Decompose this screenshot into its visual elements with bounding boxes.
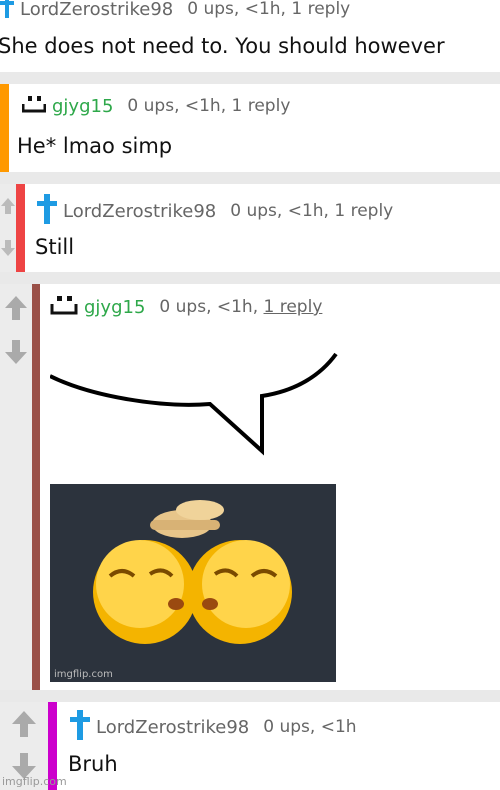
username[interactable]: LordZerostrike98 <box>96 717 249 738</box>
up-arrow-icon <box>5 296 27 320</box>
speech-bubble-image <box>49 346 340 466</box>
comment-header: LordZerostrike98 0 ups, <1h <box>70 710 357 744</box>
username[interactable]: gjyg15 <box>52 96 113 117</box>
comment-meta: 0 ups, <1h <box>263 717 357 737</box>
emoji-image: imgflip.com <box>50 484 336 682</box>
vote-column <box>0 184 16 272</box>
username[interactable]: gjyg15 <box>84 297 145 318</box>
comment-text: She does not need to. You should however <box>0 34 445 58</box>
cross-icon <box>37 194 57 228</box>
comment-text: Still <box>35 235 75 259</box>
downvote-button[interactable] <box>0 230 16 266</box>
meta-prefix: 0 ups, <1h, <box>159 297 264 317</box>
comment-text: Bruh <box>68 752 118 776</box>
comment-2: LordZerostrike98 0 ups, <1h, 1 reply Sti… <box>0 184 500 272</box>
comment-meta: 0 ups, <1h, 1 reply <box>230 201 394 221</box>
vote-column <box>0 284 32 690</box>
smiley-face-icon <box>21 94 47 118</box>
smiley-face-icon <box>50 294 78 320</box>
comment-meta: 0 ups, <1h, 1 reply <box>159 297 322 317</box>
up-arrow-icon <box>1 198 15 214</box>
comment-header: LordZerostrike98 0 ups, <1h, 1 reply <box>37 194 393 228</box>
cross-icon <box>0 0 14 22</box>
comment-1: gjyg15 0 ups, <1h, 1 reply He* lmao simp <box>0 84 500 172</box>
username[interactable]: LordZerostrike98 <box>63 201 216 222</box>
username[interactable]: LordZerostrike98 <box>20 0 173 20</box>
thread-bar <box>32 284 40 690</box>
handshake-icon <box>150 500 224 538</box>
upvote-button[interactable] <box>0 188 16 224</box>
comment-4: LordZerostrike98 0 ups, <1h Bruh <box>0 702 500 790</box>
down-arrow-icon <box>1 240 15 256</box>
image-watermark: imgflip.com <box>54 669 113 680</box>
replies-link[interactable]: 1 reply <box>264 297 323 317</box>
downvote-button[interactable] <box>0 334 32 370</box>
comment-header: gjyg15 0 ups, <1h, 1 reply <box>50 294 322 320</box>
comment-text: He* lmao simp <box>17 134 173 158</box>
upvote-button[interactable] <box>0 706 48 742</box>
imgflip-watermark: imgflip.com <box>2 775 67 788</box>
comment-header: gjyg15 0 ups, <1h, 1 reply <box>21 94 291 118</box>
cross-icon <box>70 710 90 744</box>
upvote-button[interactable] <box>0 290 32 326</box>
comment-meta: 0 ups, <1h, 1 reply <box>127 96 291 116</box>
thread-bar <box>0 84 9 172</box>
thread-bar <box>16 184 25 272</box>
up-arrow-icon <box>12 711 36 737</box>
comment-0: LordZerostrike98 0 ups, <1h, 1 reply She… <box>0 0 500 72</box>
comment-header: LordZerostrike98 0 ups, <1h, 1 reply <box>0 0 350 22</box>
down-arrow-icon <box>5 340 27 364</box>
comment-3: gjyg15 0 ups, <1h, 1 reply imgflip.com <box>0 284 500 690</box>
comment-meta: 0 ups, <1h, 1 reply <box>187 0 351 19</box>
